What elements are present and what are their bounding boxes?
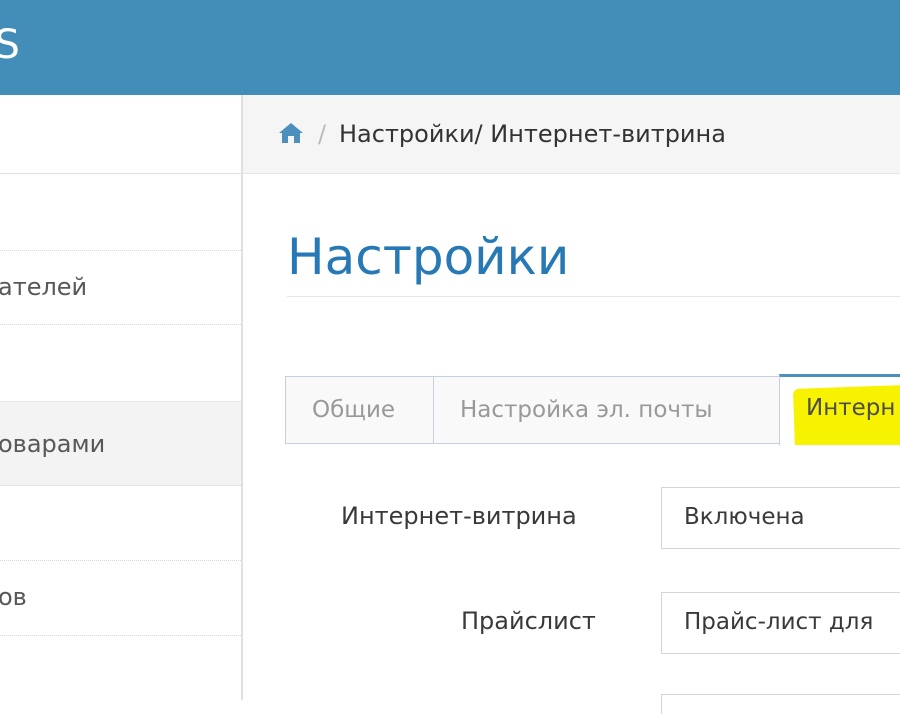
tab-label: Интерн bbox=[806, 395, 896, 421]
sidebar-item-label: оварами bbox=[0, 430, 106, 458]
sidebar-item-label: ателей bbox=[0, 273, 88, 301]
sidebar-item-2[interactable]: ателей bbox=[0, 251, 241, 325]
page-title: Настройки bbox=[287, 228, 570, 286]
breadcrumb: / Настройки/ Интернет-витрина bbox=[243, 95, 900, 174]
tab-label: Настройка эл. почты bbox=[460, 397, 713, 423]
pricelist-value: Прайс-лист для bbox=[684, 609, 874, 635]
title-divider bbox=[287, 296, 900, 297]
home-icon[interactable] bbox=[278, 122, 304, 144]
online-store-value: Включена bbox=[684, 504, 805, 530]
tab-general[interactable]: Общие bbox=[285, 376, 434, 444]
online-store-label: Интернет-витрина bbox=[341, 502, 577, 530]
sidebar-item-1[interactable] bbox=[0, 173, 241, 251]
sidebar-item-7[interactable] bbox=[0, 636, 241, 700]
tab-online-store[interactable]: Интерн bbox=[779, 374, 900, 446]
sidebar-item-4[interactable]: оварами bbox=[0, 402, 241, 486]
brand-logo[interactable]: OS bbox=[0, 22, 21, 68]
pricelist-select[interactable]: Прайс-лист для bbox=[661, 592, 900, 654]
tab-label: Общие bbox=[312, 397, 396, 423]
next-field-box[interactable] bbox=[661, 694, 900, 714]
pricelist-label: Прайслист bbox=[461, 607, 596, 635]
tab-email-settings[interactable]: Настройка эл. почты bbox=[433, 376, 780, 444]
sidebar-header bbox=[0, 95, 241, 174]
sidebar-item-3[interactable] bbox=[0, 325, 241, 402]
sidebar-item-6[interactable]: ов bbox=[0, 561, 241, 636]
sidebar-item-label: ов bbox=[0, 583, 27, 611]
breadcrumb-separator: / bbox=[318, 120, 327, 148]
sidebar-item-5[interactable] bbox=[0, 486, 241, 561]
top-navbar: OS bbox=[0, 0, 900, 95]
breadcrumb-current: Настройки/ Интернет-витрина bbox=[339, 120, 726, 148]
sidebar: ателей оварами ов bbox=[0, 95, 243, 700]
online-store-select[interactable]: Включена bbox=[661, 487, 900, 549]
